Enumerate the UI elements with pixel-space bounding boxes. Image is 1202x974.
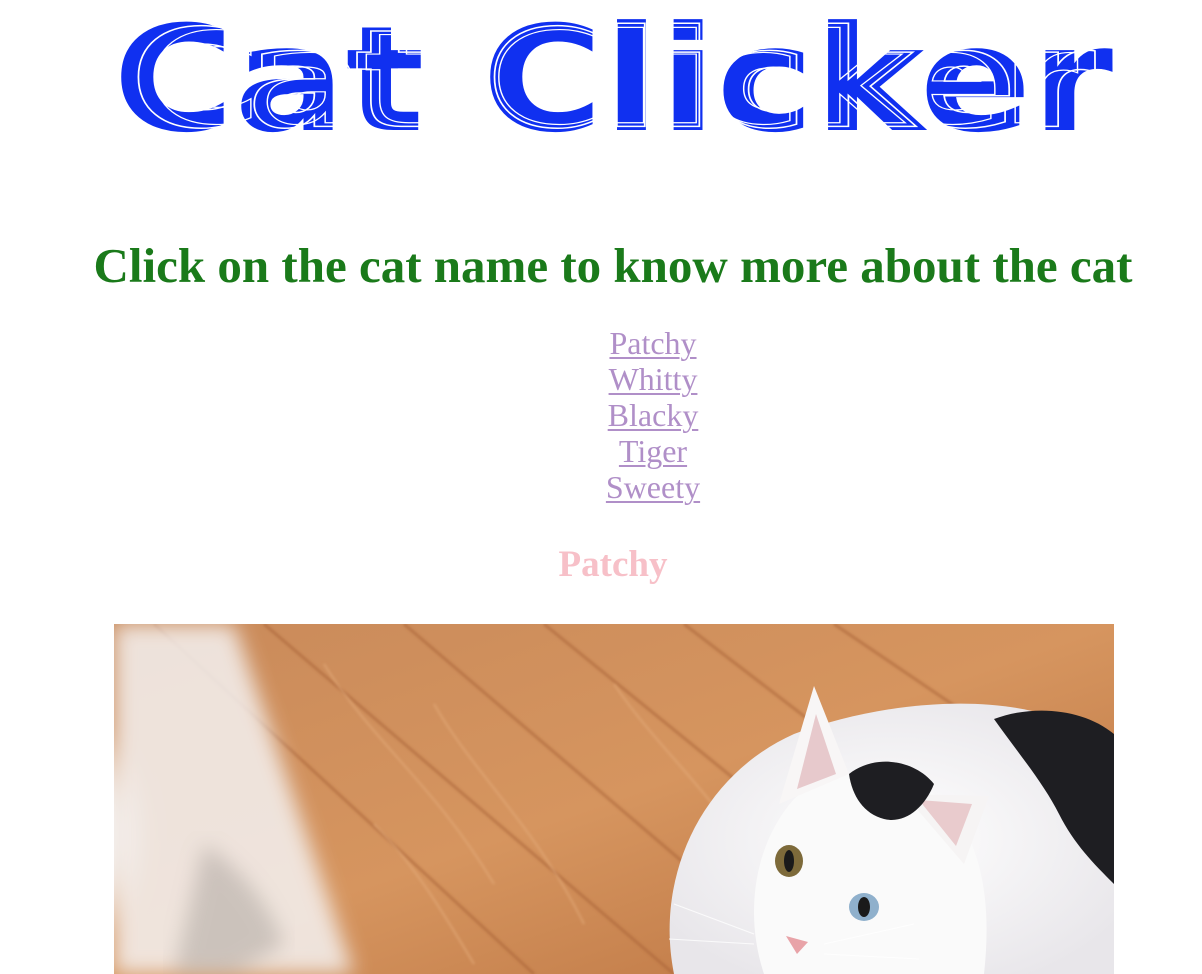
cat-name-list: Patchy Whitty Blacky Tiger Sweety bbox=[0, 325, 1202, 505]
selected-cat-name: Patchy bbox=[558, 544, 668, 585]
app-logo: Cat Clicker Cat Clicker Cat Clicker bbox=[108, 12, 1118, 144]
cat-link-blacky[interactable]: Blacky bbox=[608, 397, 699, 433]
cat-link-whitty[interactable]: Whitty bbox=[609, 361, 698, 397]
list-item: Blacky bbox=[0, 397, 1202, 433]
logo-inline-stripe: Cat Clicker bbox=[148, 12, 1079, 144]
cat-photo-image[interactable] bbox=[114, 624, 1114, 974]
cat-link-patchy[interactable]: Patchy bbox=[609, 325, 696, 361]
list-item: Whitty bbox=[0, 361, 1202, 397]
logo-graphic: Cat Clicker Cat Clicker Cat Clicker bbox=[113, 12, 1113, 144]
cat-photo[interactable] bbox=[114, 624, 1114, 974]
list-item: Sweety bbox=[0, 469, 1202, 505]
cat-link-tiger[interactable]: Tiger bbox=[619, 433, 687, 469]
instruction-heading: Click on the cat name to know more about… bbox=[93, 238, 1133, 293]
cat-link-sweety[interactable]: Sweety bbox=[606, 469, 700, 505]
list-item: Tiger bbox=[0, 433, 1202, 469]
list-item: Patchy bbox=[0, 325, 1202, 361]
